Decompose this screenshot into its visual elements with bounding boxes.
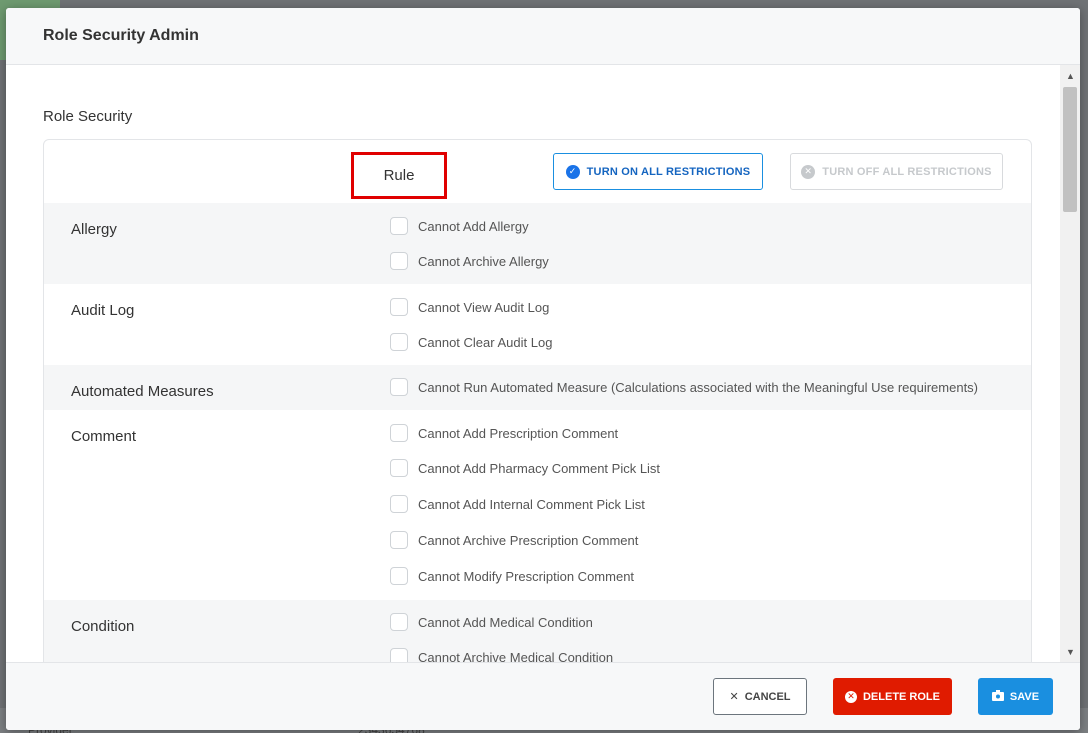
rule-header-label: Rule xyxy=(383,167,415,184)
rule-label: Cannot Add Medical Condition xyxy=(418,614,593,630)
group-label: Comment xyxy=(71,428,137,445)
group-label: Automated Measures xyxy=(71,383,214,400)
rule-checkbox[interactable] xyxy=(390,495,408,513)
section-title: Role Security xyxy=(43,108,133,125)
group-row-comment: Comment Cannot Add Prescription Comment … xyxy=(44,410,1031,600)
rule-checkbox[interactable] xyxy=(390,567,408,585)
turn-off-all-restrictions-button[interactable]: ✕ TURN OFF ALL RESTRICTIONS xyxy=(790,153,1003,190)
rule-item[interactable]: Cannot Add Medical Condition xyxy=(390,612,593,632)
delete-role-button[interactable]: ✕ DELETE ROLE xyxy=(833,678,952,715)
group-row-automated-measures: Automated Measures Cannot Run Automated … xyxy=(44,365,1031,410)
save-label: SAVE xyxy=(1009,690,1040,703)
rule-checkbox[interactable] xyxy=(390,424,408,442)
group-label: Audit Log xyxy=(71,302,135,319)
modal-header: Role Security Admin xyxy=(6,8,1080,65)
modal-scrollbar[interactable]: ▲ ▼ xyxy=(1060,65,1080,662)
rule-column-header: Rule xyxy=(351,152,447,199)
rule-item[interactable]: Cannot View Audit Log xyxy=(390,297,549,317)
modal-body: Role Security Rule ✓ TURN ON ALL RESTRIC… xyxy=(6,65,1080,662)
rule-checkbox[interactable] xyxy=(390,531,408,549)
role-security-modal: Role Security Admin Role Security Rule ✓… xyxy=(6,8,1080,730)
x-circle-icon: ✕ xyxy=(801,164,816,179)
cancel-button[interactable]: ✕ CANCEL xyxy=(713,678,807,715)
rules-panel: Rule ✓ TURN ON ALL RESTRICTIONS ✕ TURN O… xyxy=(43,139,1032,662)
turn-off-all-label: TURN OFF ALL RESTRICTIONS xyxy=(822,165,992,178)
rule-item[interactable]: Cannot Clear Audit Log xyxy=(390,332,552,352)
close-icon: ✕ xyxy=(729,691,739,703)
modal-title: Role Security Admin xyxy=(43,27,199,44)
rule-item[interactable]: Cannot Add Pharmacy Comment Pick List xyxy=(390,458,660,478)
rule-item[interactable]: Cannot Archive Prescription Comment xyxy=(390,530,638,550)
scroll-up-arrow-icon[interactable]: ▲ xyxy=(1066,71,1075,81)
group-row-condition: Condition Cannot Add Medical Condition C… xyxy=(44,600,1031,662)
rule-checkbox[interactable] xyxy=(390,378,408,396)
save-button[interactable]: SAVE xyxy=(978,678,1053,715)
turn-on-all-restrictions-button[interactable]: ✓ TURN ON ALL RESTRICTIONS xyxy=(553,153,763,190)
rule-label: Cannot Run Automated Measure (Calculatio… xyxy=(418,379,979,395)
rule-item[interactable]: Cannot Archive Medical Condition xyxy=(390,647,613,662)
rule-label: Cannot Add Prescription Comment xyxy=(418,425,619,441)
rule-label: Cannot Modify Prescription Comment xyxy=(418,568,635,584)
rule-item[interactable]: Cannot Add Allergy xyxy=(390,216,529,236)
rule-checkbox[interactable] xyxy=(390,648,408,662)
rule-label: Cannot Add Internal Comment Pick List xyxy=(418,496,645,512)
rule-item[interactable]: Cannot Add Prescription Comment xyxy=(390,423,618,443)
rule-label: Cannot View Audit Log xyxy=(418,299,550,315)
group-label: Condition xyxy=(71,618,135,635)
rule-label: Cannot Archive Allergy xyxy=(418,253,549,269)
rule-label: Cannot Clear Audit Log xyxy=(418,334,553,350)
rule-item[interactable]: Cannot Run Automated Measure (Calculatio… xyxy=(390,377,978,397)
group-row-allergy: Allergy Cannot Add Allergy Cannot Archiv… xyxy=(44,203,1031,284)
rule-label: Cannot Archive Medical Condition xyxy=(418,649,614,663)
scroll-down-arrow-icon[interactable]: ▼ xyxy=(1066,647,1075,657)
group-label: Allergy xyxy=(71,221,117,238)
rule-item[interactable]: Cannot Add Internal Comment Pick List xyxy=(390,494,645,514)
cancel-label: CANCEL xyxy=(744,690,791,703)
rule-checkbox[interactable] xyxy=(390,333,408,351)
rules-panel-header: Rule ✓ TURN ON ALL RESTRICTIONS ✕ TURN O… xyxy=(44,140,1031,203)
delete-role-label: DELETE ROLE xyxy=(862,690,940,703)
rule-item[interactable]: Cannot Archive Allergy xyxy=(390,251,549,271)
rule-item[interactable]: Cannot Modify Prescription Comment xyxy=(390,566,634,586)
check-circle-icon: ✓ xyxy=(565,164,580,179)
rule-label: Cannot Archive Prescription Comment xyxy=(418,532,639,548)
rule-label: Cannot Add Pharmacy Comment Pick List xyxy=(418,460,661,476)
rule-checkbox[interactable] xyxy=(390,298,408,316)
turn-on-all-label: TURN ON ALL RESTRICTIONS xyxy=(586,165,751,178)
rule-checkbox[interactable] xyxy=(390,217,408,235)
rule-checkbox[interactable] xyxy=(390,459,408,477)
rule-checkbox[interactable] xyxy=(390,252,408,270)
save-icon xyxy=(991,689,1004,704)
rule-checkbox[interactable] xyxy=(390,613,408,631)
group-row-audit-log: Audit Log Cannot View Audit Log Cannot C… xyxy=(44,284,1031,365)
scrollbar-thumb[interactable] xyxy=(1063,87,1077,212)
x-circle-icon: ✕ xyxy=(844,690,857,703)
rule-label: Cannot Add Allergy xyxy=(418,218,529,234)
modal-footer: ✕ CANCEL ✕ DELETE ROLE SAVE xyxy=(6,662,1080,730)
